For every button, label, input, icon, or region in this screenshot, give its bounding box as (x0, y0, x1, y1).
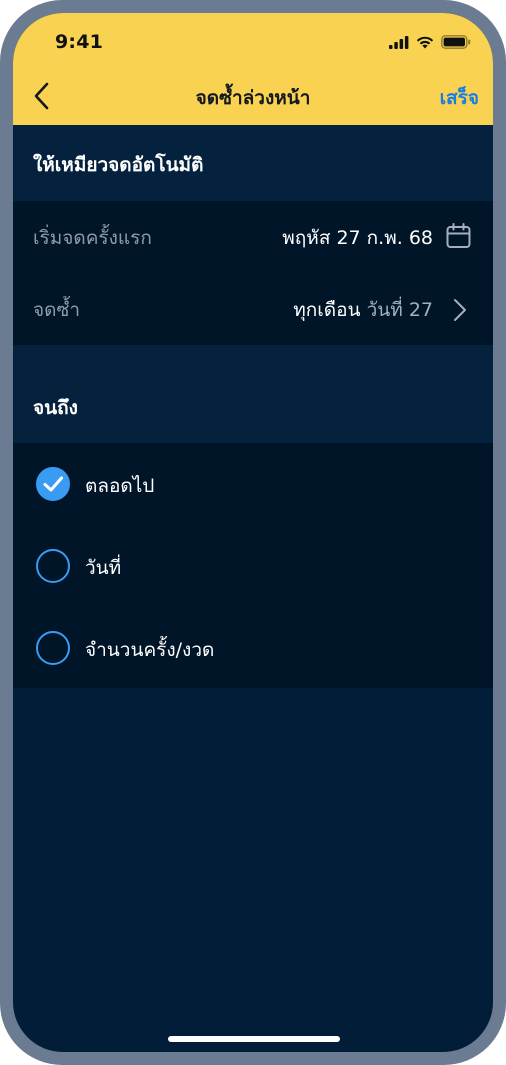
start-date-label: เริ่มจดครั้งแรก (33, 227, 152, 249)
repeat-row[interactable]: จดซ้ำ ทุกเดือน วันที่ 27 (13, 273, 493, 345)
section-title-auto-reminder: ให้เหมียวจดอัตโนมัติ (33, 154, 204, 176)
repeat-day: วันที่ 27 (366, 299, 433, 321)
status-icons (389, 33, 471, 51)
radio-label-forever: ตลอดไป (85, 475, 155, 497)
section-header-until: จนถึง (13, 345, 493, 443)
radio-option-date[interactable]: วันที่ (13, 525, 493, 607)
repeat-value: ทุกเดือน วันที่ 27 (293, 295, 433, 325)
radio-unchecked[interactable] (36, 631, 70, 665)
phone-frame: 9:41 จดซ้ำล่วงหน้า เสร็จ ให้เหมียวจดอัตโ… (0, 0, 506, 1065)
status-time: 9:41 (55, 31, 104, 53)
radio-option-count[interactable]: จำนวนครั้ง/งวด (13, 607, 493, 689)
radio-option-forever[interactable]: ตลอดไป (13, 443, 493, 525)
section-header-auto-reminder: ให้เหมียวจดอัตโนมัติ (13, 125, 493, 201)
start-date-value: พฤหัส 27 ก.พ. 68 (282, 227, 433, 249)
calendar-icon[interactable] (446, 223, 471, 249)
radio-checked[interactable] (36, 467, 70, 501)
section-title-until: จนถึง (33, 397, 78, 419)
radio-label-date: วันที่ (85, 557, 122, 579)
header-bar: 9:41 จดซ้ำล่วงหน้า เสร็จ (13, 13, 493, 125)
wifi-icon (416, 36, 434, 48)
start-date-row[interactable]: เริ่มจดครั้งแรก พฤหัส 27 ก.พ. 68 (13, 201, 493, 273)
done-button[interactable]: เสร็จ (440, 83, 479, 113)
cellular-signal-icon (389, 35, 409, 49)
battery-icon (441, 35, 471, 49)
home-indicator[interactable] (168, 1036, 340, 1042)
screen: 9:41 จดซ้ำล่วงหน้า เสร็จ ให้เหมียวจดอัตโ… (13, 13, 493, 1052)
until-options-panel: ตลอดไป วันที่ จำนวนครั้ง/งวด (13, 443, 493, 688)
checkmark-icon (43, 476, 63, 491)
repeat-label: จดซ้ำ (33, 299, 81, 321)
radio-unchecked[interactable] (36, 549, 70, 583)
radio-label-count: จำนวนครั้ง/งวด (85, 639, 215, 661)
repeat-frequency: ทุกเดือน (293, 299, 361, 321)
page-title: จดซ้ำล่วงหน้า (195, 87, 311, 109)
chevron-right-icon (454, 299, 466, 321)
schedule-panel: เริ่มจดครั้งแรก พฤหัส 27 ก.พ. 68 จดซ้ำ ท… (13, 201, 493, 345)
